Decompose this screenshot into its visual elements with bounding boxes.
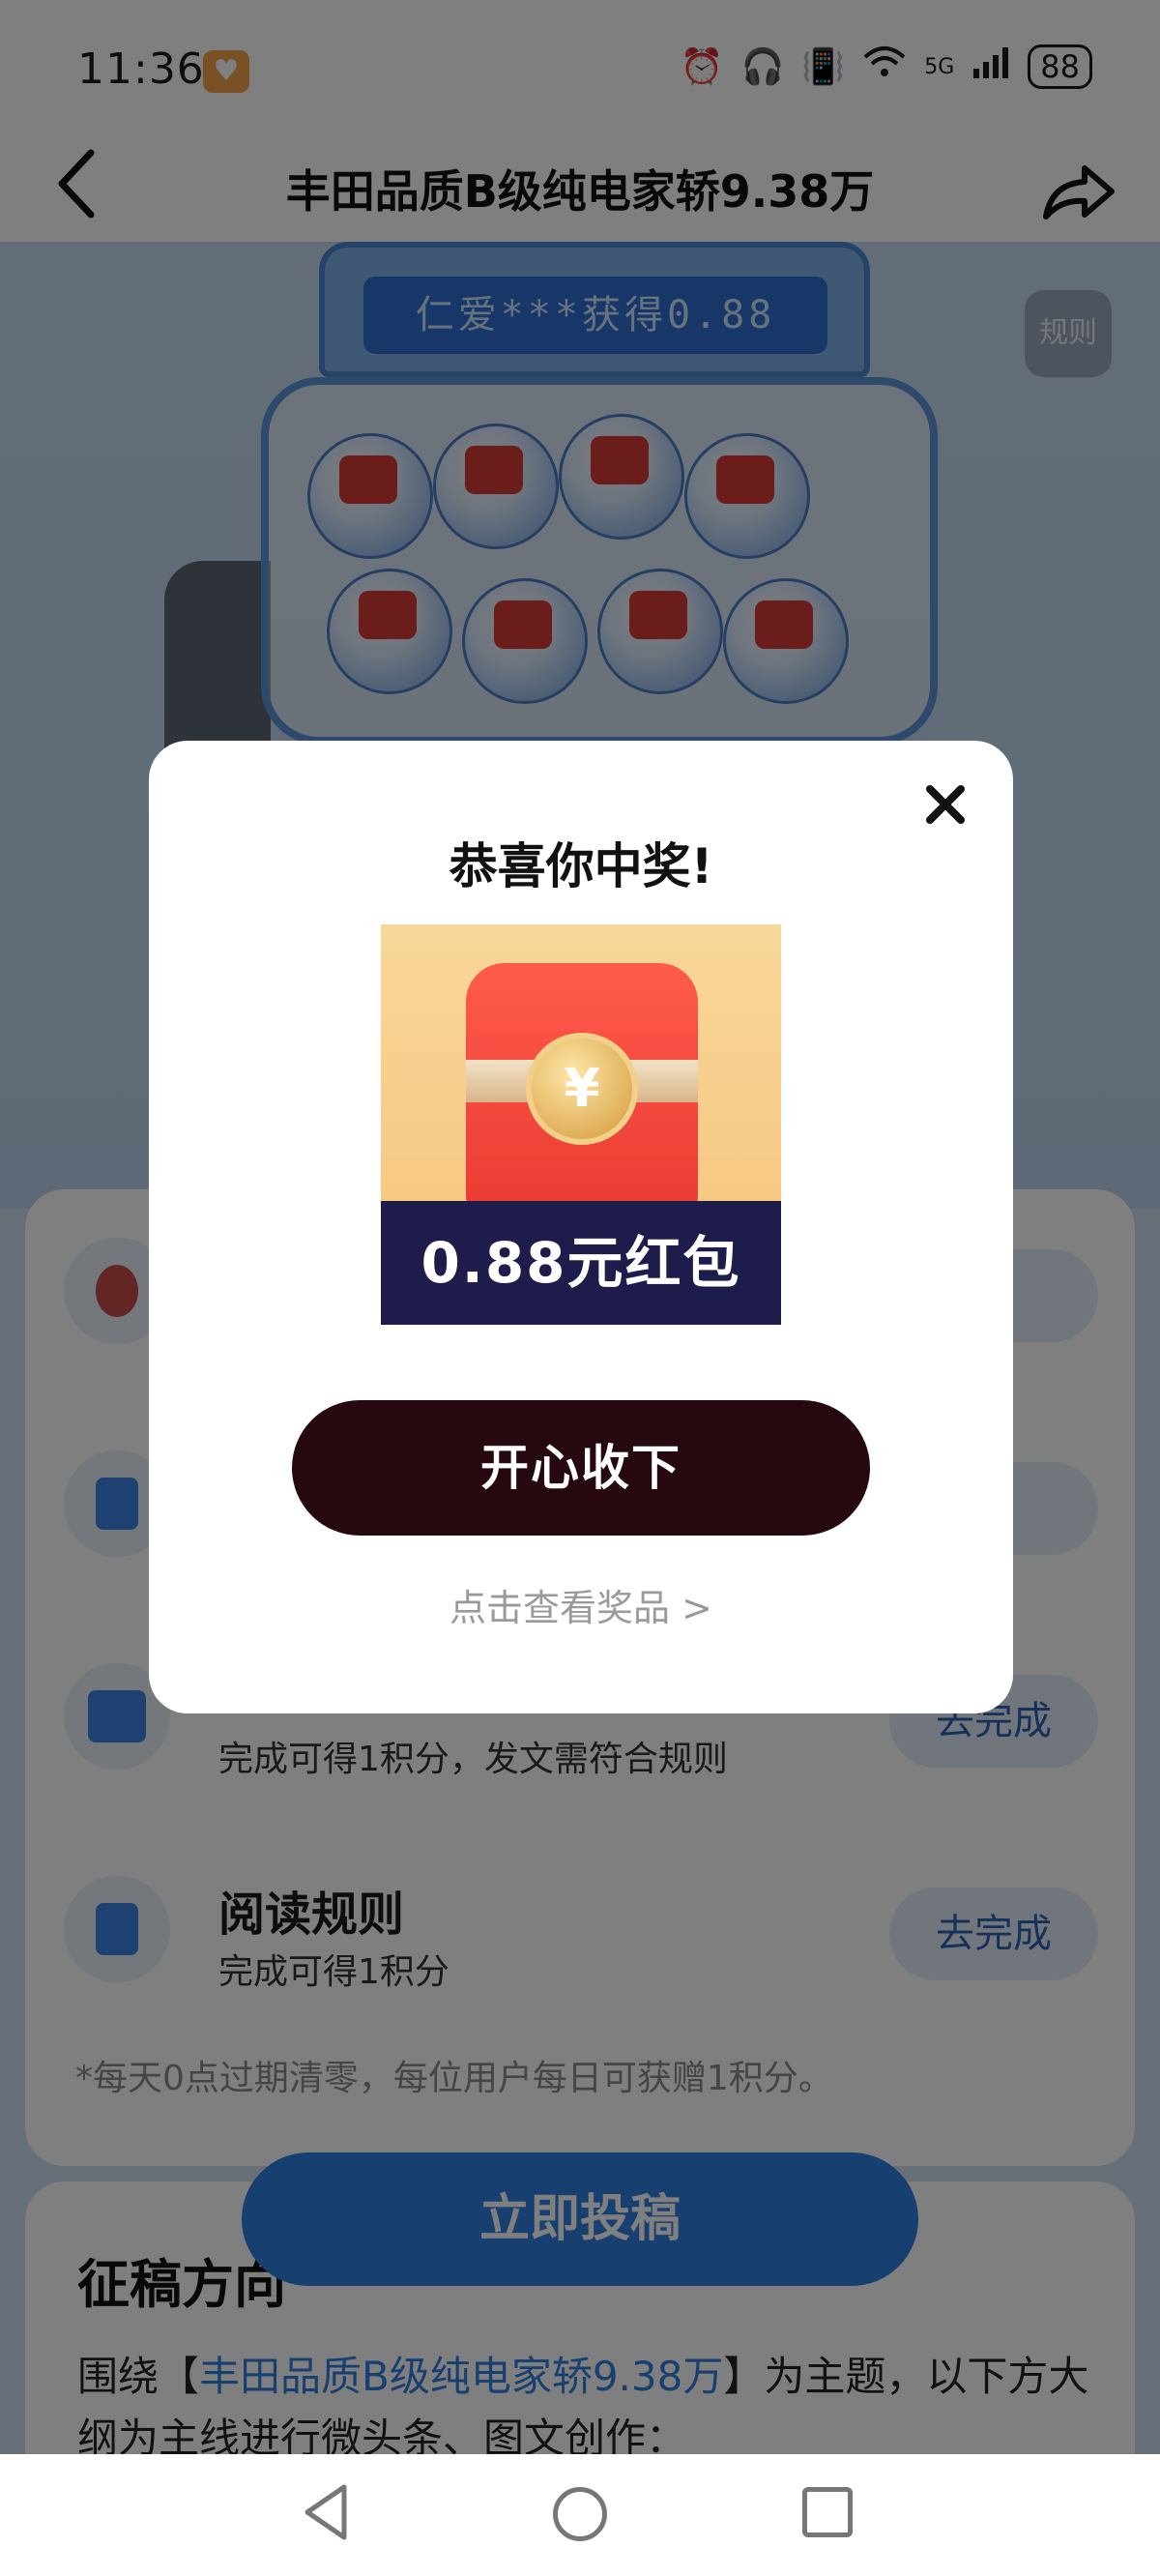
close-icon — [926, 785, 965, 824]
prize-modal: 恭喜你中奖! ¥ 0.88元红包 开心收下 点击查看奖品 > — [149, 741, 1013, 1713]
accept-prize-button[interactable]: 开心收下 — [292, 1400, 870, 1536]
prize-amount: 0.88元红包 — [381, 1201, 781, 1325]
page: 11:36 ♥ ⏰ 🎧 📳 5G 88 丰田品质B级纯电家轿9.38万 仁爱**… — [0, 0, 1160, 2576]
nav-home-button[interactable] — [553, 2487, 607, 2541]
close-button[interactable] — [916, 776, 974, 834]
system-nav-bar — [0, 2454, 1160, 2576]
modal-title: 恭喜你中奖! — [449, 838, 713, 894]
nav-recents-button[interactable] — [802, 2487, 853, 2537]
triangle-back-icon — [304, 2484, 347, 2540]
nav-back-button[interactable] — [290, 2474, 367, 2551]
red-envelope-prize-image: ¥ 0.88元红包 — [381, 924, 781, 1325]
yuan-coin-icon: ¥ — [526, 1033, 638, 1145]
view-prize-link[interactable]: 点击查看奖品 > — [149, 1578, 1013, 1631]
